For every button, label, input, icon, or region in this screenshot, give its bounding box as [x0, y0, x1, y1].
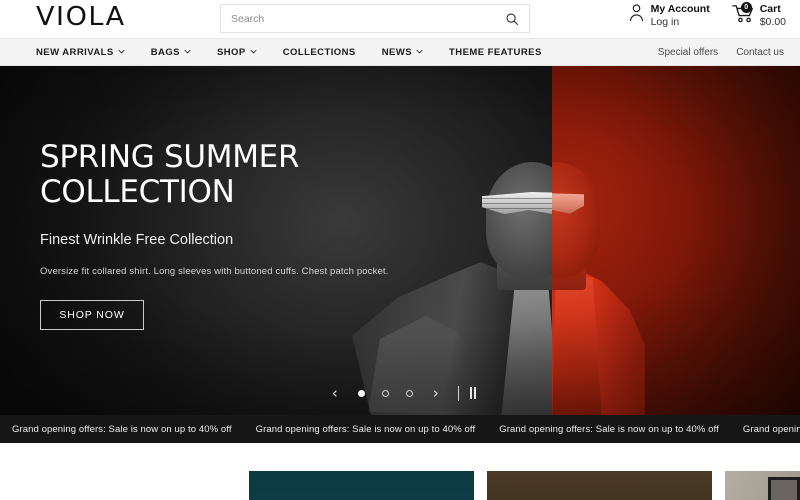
nav-item-collections[interactable]: COLLECTIONS	[270, 47, 369, 58]
search-icon	[506, 13, 519, 25]
marquee-message: Grand opening offers: Sale is now on up …	[12, 423, 232, 435]
cart-amount: $0.00	[759, 16, 786, 29]
nav-item-bags[interactable]: BAGS	[138, 47, 204, 58]
product-card-teal[interactable]	[249, 471, 474, 500]
product-image-teal	[249, 471, 474, 500]
my-account-title: My Account	[650, 3, 710, 15]
login-link[interactable]: Log in	[651, 16, 710, 29]
shop-now-button[interactable]: SHOP NOW	[40, 299, 144, 330]
nav-item-theme-features[interactable]: THEME FEATURES	[436, 47, 555, 58]
carousel-pause-button[interactable]	[468, 385, 479, 401]
marquee-message: Grand opening offers: Sale is now on up …	[499, 423, 719, 435]
chevron-down-icon	[184, 49, 191, 53]
carousel-dot-3[interactable]	[405, 389, 413, 397]
nav-secondary-links: Special offers Contact us	[658, 47, 784, 58]
site-logo[interactable]: VIOLA	[36, 2, 126, 32]
marquee-message: Grand opening offers: Sale is now on up …	[742, 423, 800, 435]
nav-label: THEME FEATURES	[449, 46, 542, 58]
hero-title-line-1: SPRING SUMMER	[40, 139, 300, 175]
model-head-red	[552, 162, 600, 278]
header-account-zone: My Account Log in 0 Cart $0.00	[628, 2, 786, 30]
nav-label: SHOP	[216, 46, 246, 58]
chevron-down-icon	[416, 49, 423, 53]
hero-description: Oversize fit collared shirt. Long sleeve…	[40, 265, 389, 277]
carousel-controls: ‹ ›	[0, 383, 800, 403]
hero-title-line-2: COLLECTION	[40, 174, 235, 211]
promo-marquee: Grand opening offers: Sale is now on up …	[0, 415, 800, 443]
search-input[interactable]	[221, 5, 495, 32]
user-icon	[629, 4, 643, 22]
nav-label: COLLECTIONS	[282, 46, 356, 58]
cart-icon-wrapper: 0	[731, 2, 754, 24]
search-button[interactable]	[495, 5, 529, 32]
carousel-prev-button[interactable]: ‹	[322, 383, 348, 403]
product-image-brown	[487, 471, 712, 500]
chevron-down-icon	[250, 49, 257, 53]
chevron-down-icon	[118, 49, 125, 53]
my-account-link[interactable]: My Account Log in	[628, 3, 710, 30]
hero-content: SPRING SUMMER COLLECTION Finest Wrinkle …	[40, 139, 389, 330]
hero-subtitle: Finest Wrinkle Free Collection	[40, 231, 234, 248]
carousel-dots	[348, 389, 423, 397]
nav-link-contact-us[interactable]: Contact us	[736, 47, 784, 58]
nav-label: BAGS	[150, 46, 180, 58]
pause-icon-bar-right	[474, 387, 477, 399]
nav-item-new-arrivals[interactable]: NEW ARRIVALS	[36, 47, 138, 58]
carousel-next-button[interactable]: ›	[423, 383, 449, 403]
cart-count-badge: 0	[740, 2, 752, 13]
product-image-gray	[725, 471, 800, 500]
marquee-message: Grand opening offers: Sale is now on up …	[255, 423, 476, 435]
product-card-gray[interactable]	[725, 471, 800, 500]
search-bar[interactable]	[220, 4, 530, 33]
hero-banner: SPRING SUMMER COLLECTION Finest Wrinkle …	[0, 66, 800, 415]
carousel-dot-2[interactable]	[381, 389, 389, 397]
main-navigation: NEW ARRIVALS BAGS SHOP COLLECTIONS NEWS …	[0, 38, 800, 66]
cart-title: Cart	[759, 3, 781, 15]
hero-title: SPRING SUMMER COLLECTION	[40, 139, 389, 211]
nav-label: NEWS	[381, 46, 413, 58]
cart-link[interactable]: 0 Cart $0.00	[731, 2, 786, 30]
site-header: VIOLA My Account Log in	[0, 0, 800, 38]
carousel-divider	[457, 385, 459, 401]
nav-item-shop[interactable]: SHOP	[204, 47, 270, 58]
nav-item-news[interactable]: NEWS	[369, 47, 436, 58]
marquee-track: Grand opening offers: Sale is now on up …	[0, 424, 800, 435]
nav-label: NEW ARRIVALS	[36, 46, 114, 58]
nav-link-special-offers[interactable]: Special offers	[658, 47, 718, 58]
carousel-dot-1[interactable]	[357, 389, 365, 397]
product-card-brown[interactable]	[487, 471, 712, 500]
product-card-strip	[0, 443, 800, 500]
nav-items: NEW ARRIVALS BAGS SHOP COLLECTIONS NEWS …	[36, 47, 555, 58]
pause-icon-bar-left	[469, 387, 472, 399]
